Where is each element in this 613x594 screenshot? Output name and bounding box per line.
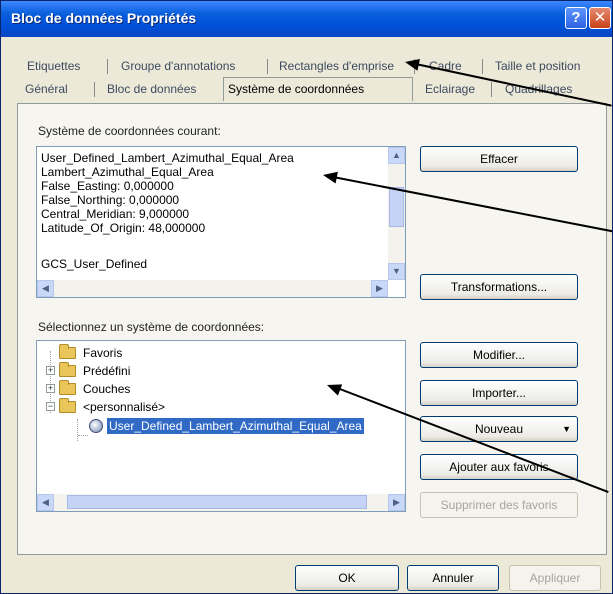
tab-rectangles-emprise[interactable]: Rectangles d'emprise <box>275 57 398 77</box>
tree-item-predefini[interactable]: + Prédéfini <box>37 362 237 379</box>
cs-line: Latitude_Of_Origin: 48,000000 <box>41 221 206 235</box>
title-bar[interactable]: Bloc de données Propriétés ? ✕ <box>1 1 612 37</box>
horizontal-scrollbar[interactable]: ◀ ▶ <box>37 494 405 511</box>
tab-separator <box>107 59 108 74</box>
scroll-right-icon[interactable]: ▶ <box>371 280 388 297</box>
tree-line <box>78 435 88 436</box>
ajouter-favoris-button[interactable]: Ajouter aux favoris <box>420 454 578 480</box>
tab-bloc-donnees[interactable]: Bloc de données <box>103 80 200 100</box>
tree-label: <personnalisé> <box>83 400 166 414</box>
horizontal-scrollbar[interactable]: ◀ ▶ <box>37 280 388 297</box>
scroll-left-icon[interactable]: ◀ <box>37 494 54 511</box>
expand-icon[interactable]: + <box>46 366 55 375</box>
tree-label: Favoris <box>83 346 123 360</box>
annotation-arrowhead <box>321 169 338 184</box>
importer-button[interactable]: Importer... <box>420 380 578 406</box>
folder-icon <box>59 398 76 413</box>
modifier-button[interactable]: Modifier... <box>420 342 578 368</box>
folder-icon <box>59 380 76 395</box>
supprimer-favoris-button[interactable]: Supprimer des favoris <box>420 492 578 518</box>
cs-line: False_Easting: 0,000000 <box>41 179 174 193</box>
tab-panel: Système de coordonnées courant: User_Def… <box>17 103 607 555</box>
tab-separator <box>267 59 268 74</box>
tab-row-1: Etiquettes Groupe d'annotations Rectangl… <box>17 57 607 77</box>
current-cs-textbox[interactable]: User_Defined_Lambert_Azimuthal_Equal_Are… <box>36 146 406 298</box>
tab-etiquettes[interactable]: Etiquettes <box>23 57 84 77</box>
scroll-thumb[interactable] <box>389 187 404 227</box>
tab-taille-position[interactable]: Taille et position <box>491 57 584 77</box>
globe-icon <box>89 419 103 433</box>
tree-item-couches[interactable]: + Couches <box>37 380 237 397</box>
scroll-right-icon[interactable]: ▶ <box>388 494 405 511</box>
window-title: Bloc de données Propriétés <box>11 10 197 26</box>
tab-separator <box>491 82 492 97</box>
cs-line: User_Defined_Lambert_Azimuthal_Equal_Are… <box>41 151 294 165</box>
tab-separator <box>482 59 483 74</box>
tree-item-personnalise[interactable]: − <personnalisé> <box>37 398 237 415</box>
tree-label: Couches <box>83 382 131 396</box>
tab-eclairage[interactable]: Eclairage <box>421 80 479 100</box>
transformations-button[interactable]: Transformations... <box>420 274 578 300</box>
ok-button[interactable]: OK <box>295 565 399 591</box>
cs-line: Lambert_Azimuthal_Equal_Area <box>41 165 214 179</box>
tree-item-favoris[interactable]: Favoris <box>37 344 237 361</box>
cs-line: GCS_User_Defined <box>41 257 148 271</box>
tab-systeme-coordonnees[interactable]: Système de coordonnées <box>223 77 413 101</box>
tab-general[interactable]: Général <box>21 80 72 100</box>
annuler-button[interactable]: Annuler <box>407 565 499 591</box>
tab-groupe-annotations[interactable]: Groupe d'annotations <box>117 57 239 77</box>
dialog-footer: OK Annuler Appliquer <box>1 557 612 593</box>
scroll-down-icon[interactable]: ▼ <box>388 263 405 280</box>
current-cs-label: Système de coordonnées courant: <box>38 124 221 138</box>
nouveau-label: Nouveau <box>474 422 524 436</box>
chevron-down-icon: ▼ <box>562 424 571 434</box>
cs-line: Central_Meridian: 9,000000 <box>41 207 190 221</box>
vertical-scrollbar[interactable]: ▲ ▼ <box>388 147 405 280</box>
properties-dialog: Bloc de données Propriétés ? ✕ Etiquette… <box>0 0 613 594</box>
effacer-button[interactable]: Effacer <box>420 146 578 172</box>
cs-line: False_Northing: 0,000000 <box>41 193 180 207</box>
appliquer-button[interactable]: Appliquer <box>509 565 601 591</box>
scroll-up-icon[interactable]: ▲ <box>388 147 405 164</box>
scroll-left-icon[interactable]: ◀ <box>37 280 54 297</box>
expand-icon[interactable]: + <box>46 384 55 393</box>
cs-tree-view[interactable]: Favoris + Prédéfini + Couches − <personn… <box>36 340 406 512</box>
tree-item-selected[interactable]: User_Defined_Lambert_Azimuthal_Equal_Are… <box>37 418 405 434</box>
select-cs-label: Sélectionnez un système de coordonnées: <box>38 320 265 334</box>
help-icon[interactable]: ? <box>565 7 587 29</box>
tab-row-2: Général Bloc de données Système de coord… <box>17 77 607 101</box>
close-icon[interactable]: ✕ <box>589 7 611 29</box>
folder-icon <box>59 362 76 377</box>
annotation-arrowhead <box>403 56 420 71</box>
scroll-thumb[interactable] <box>67 495 367 509</box>
collapse-icon[interactable]: − <box>46 402 55 411</box>
tree-label: Prédéfini <box>83 364 131 378</box>
folder-icon <box>59 344 76 359</box>
tab-separator <box>94 82 95 97</box>
tree-label-selected: User_Defined_Lambert_Azimuthal_Equal_Are… <box>107 418 364 434</box>
